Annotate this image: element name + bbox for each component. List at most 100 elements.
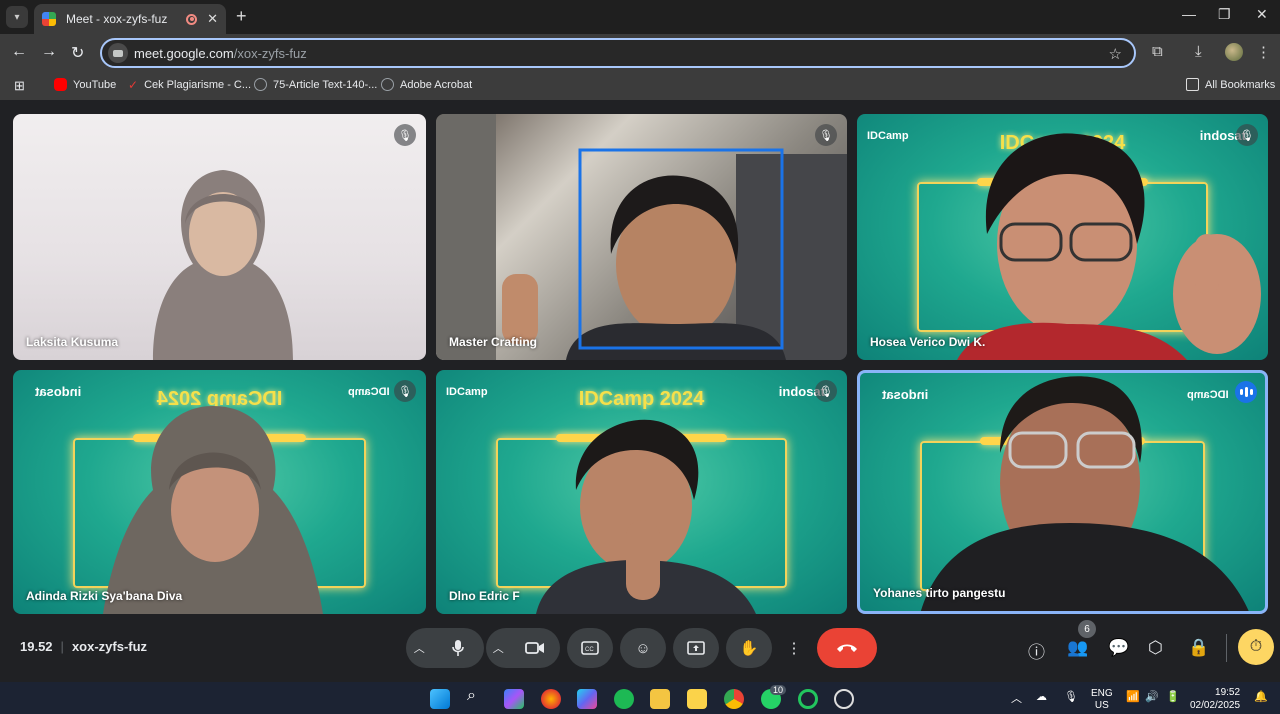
audio-settings-chevron-icon[interactable]: ︿ — [414, 640, 425, 656]
camera-button[interactable] — [517, 630, 553, 666]
participant-tile[interactable]: indosat IDCamp 2024 IDCamp 🎙 Adinda Rizk… — [13, 370, 426, 614]
copilot-icon[interactable] — [504, 689, 524, 709]
bookmark-label: 75-Article Text-140-... — [273, 78, 378, 91]
meeting-code: xox-zyfs-fuz — [71, 639, 148, 654]
host-controls-icon[interactable]: 🔒 — [1188, 638, 1209, 658]
muted-mic-icon: 🎙 — [815, 124, 837, 146]
file-explorer-icon[interactable] — [650, 689, 670, 709]
participant-tile[interactable]: 🎙 Laksita Kusuma — [13, 114, 426, 360]
new-tab-button[interactable]: + — [236, 6, 247, 27]
more-options-button[interactable]: ⋮ — [779, 628, 809, 668]
reload-icon[interactable]: ↻ — [71, 43, 84, 63]
video-camera-icon — [525, 642, 545, 654]
minimize-icon[interactable]: — — [1182, 6, 1196, 22]
timer-button[interactable]: ⏱ — [1238, 629, 1274, 665]
participant-count-badge: 6 — [1078, 620, 1096, 638]
microphone-button[interactable] — [440, 630, 477, 666]
address-bar[interactable]: meet.google.com /xox-zyfs-fuz ☆ — [100, 38, 1136, 68]
divider — [1226, 634, 1227, 662]
whatsapp-badge: 10 — [770, 685, 787, 695]
idcamp-logo-mirrored: IDCamp — [348, 386, 390, 398]
emoji-smile-icon: ☺ — [635, 639, 651, 657]
reactions-button[interactable]: ☺ — [620, 628, 666, 668]
leave-call-button[interactable] — [817, 628, 877, 668]
cloud-icon[interactable]: ☁ — [1036, 690, 1047, 703]
tab-search-button[interactable]: ▾ — [6, 6, 28, 28]
meeting-details-info-icon[interactable]: ⓘ — [1028, 638, 1045, 663]
language-indicator[interactable]: ENG US — [1091, 688, 1113, 712]
participant-tile[interactable]: IDCamp IDCamp 2024 indosat 🎙 Hosea Veric… — [857, 114, 1268, 360]
raise-hand-button[interactable]: ✋ — [726, 628, 772, 668]
firefox-icon[interactable] — [541, 689, 561, 709]
mic-control-group: ︿ — [406, 628, 484, 668]
windows-taskbar: ⌕ 10 ︿ ☁ 🎙 ENG US 📶 🔊 🔋 19:52 02/02/2025… — [0, 682, 1280, 714]
youtube-icon — [54, 78, 67, 91]
speaking-indicator-icon — [1235, 381, 1257, 403]
closed-captions-icon: CC — [581, 641, 599, 655]
meeting-time: 19.52 — [20, 639, 53, 654]
site-info-icon[interactable] — [108, 43, 128, 63]
app-loading-icon[interactable] — [798, 689, 818, 709]
activities-icon[interactable]: ⬡ — [1148, 638, 1163, 658]
back-icon[interactable]: ← — [11, 43, 27, 61]
copilot-preview-icon[interactable] — [577, 689, 597, 709]
chrome-icon[interactable] — [724, 689, 744, 709]
spotify-icon[interactable] — [614, 689, 634, 709]
svg-text:CC: CC — [585, 647, 594, 653]
participant-tile[interactable]: 🎙 Master Crafting — [436, 114, 847, 360]
close-window-icon[interactable]: ✕ — [1256, 6, 1268, 23]
bookmarks-bar: ⊞ YouTube ✓ Cek Plagiarisme - C... 75-Ar… — [0, 72, 1280, 100]
download-icon[interactable]: ⤓ — [1195, 43, 1202, 60]
video-settings-chevron-icon[interactable]: ︿ — [493, 640, 504, 656]
apps-grid-icon[interactable]: ⊞ — [14, 78, 25, 94]
language-code: ENG — [1091, 688, 1113, 699]
participant-video — [153, 170, 293, 360]
tab-title: Meet - xox-zyfs-fuz — [66, 12, 168, 26]
sticky-notes-icon[interactable] — [687, 689, 707, 709]
participant-tile-active-speaker[interactable]: indosat IDCamp Yohanes tirto pangestu — [857, 370, 1268, 614]
maximize-icon[interactable]: ❐ — [1218, 6, 1231, 23]
bookmark-star-icon[interactable]: ☆ — [1109, 45, 1122, 63]
bookmark-cek-plagiarisme[interactable]: ✓ Cek Plagiarisme - C... — [128, 78, 252, 92]
bookmark-label: Cek Plagiarisme - C... — [144, 78, 252, 91]
bookmark-label: Adobe Acrobat — [400, 78, 473, 91]
windows-start-icon[interactable] — [430, 689, 450, 709]
extensions-icon[interactable]: ⧉ — [1152, 43, 1163, 60]
url-host: meet.google.com — [134, 45, 234, 61]
bookmark-article[interactable]: 75-Article Text-140-... — [254, 78, 377, 91]
close-tab-icon[interactable]: ✕ — [207, 11, 218, 27]
folder-icon — [1186, 78, 1199, 91]
volume-icon[interactable]: 🔊 — [1145, 690, 1159, 703]
captions-button[interactable]: CC — [567, 628, 613, 668]
people-icon[interactable]: 👥 — [1067, 638, 1088, 658]
present-screen-button[interactable] — [673, 628, 719, 668]
notifications-icon[interactable]: 🔔 — [1254, 690, 1268, 703]
language-region: US — [1094, 700, 1109, 711]
participant-tile[interactable]: IDCamp IDCamp 2024 indosat 🎙 Dlno Edric … — [436, 370, 847, 614]
system-clock[interactable]: 19:52 02/02/2025 — [1190, 686, 1240, 712]
bookmark-youtube[interactable]: YouTube — [54, 78, 116, 91]
all-bookmarks[interactable]: All Bookmarks — [1186, 78, 1275, 91]
battery-icon[interactable]: 🔋 — [1166, 690, 1180, 703]
present-screen-icon — [687, 641, 705, 655]
chat-icon[interactable]: 💬 — [1108, 638, 1129, 658]
meet-favicon-icon — [42, 12, 56, 26]
participant-name: Master Crafting — [449, 335, 538, 349]
meet-control-bar: 19.52 | xox-zyfs-fuz ︿ ︿ CC ☺ ✋ ⋮ ⓘ 6 👥 💬 … — [0, 620, 1280, 676]
forward-icon[interactable]: → — [41, 43, 57, 61]
bookmark-adobe-acrobat[interactable]: Adobe Acrobat — [381, 78, 472, 91]
participant-name: Yohanes tirto pangestu — [873, 586, 1006, 600]
search-icon[interactable]: ⌕ — [467, 687, 487, 707]
tray-overflow-icon[interactable]: ︿ — [1011, 690, 1022, 706]
app-circle-icon[interactable] — [834, 689, 854, 709]
tab-meet[interactable]: Meet - xox-zyfs-fuz ✕ — [34, 4, 226, 34]
globe-icon — [381, 78, 394, 91]
profile-avatar[interactable] — [1225, 43, 1243, 61]
end-call-icon — [837, 644, 857, 652]
mic-tray-icon[interactable]: 🎙 — [1064, 690, 1078, 703]
participant-video — [957, 133, 1261, 360]
muted-mic-icon: 🎙 — [394, 124, 416, 146]
menu-kebab-icon[interactable]: ⋮ — [1256, 43, 1271, 61]
muted-mic-icon: 🎙 — [1236, 124, 1258, 146]
wifi-icon[interactable]: 📶 — [1126, 690, 1140, 703]
